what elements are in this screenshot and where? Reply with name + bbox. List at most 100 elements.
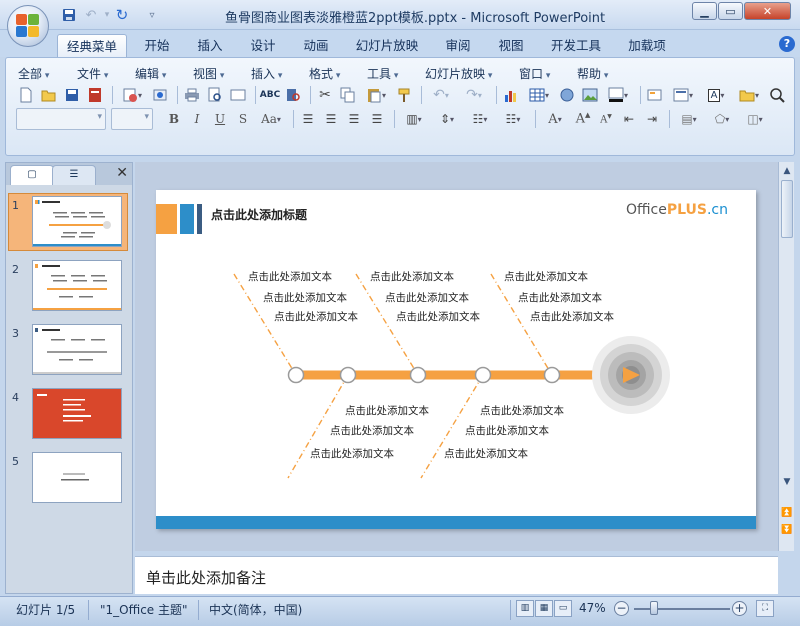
next-slide-icon[interactable]: ⏬ <box>780 523 794 537</box>
text-placeholder[interactable]: 点击此处添加文本 <box>248 269 332 284</box>
paste-icon[interactable]: ▾ <box>361 85 391 105</box>
close-panel-icon[interactable]: ✕ <box>116 165 128 181</box>
fit-to-window-icon[interactable]: ⛶ <box>756 600 774 617</box>
scrollbar-thumb[interactable] <box>781 180 793 238</box>
folder-icon[interactable]: ▾ <box>734 85 764 105</box>
customize-quick-access-icon[interactable]: ▿ <box>143 7 161 23</box>
menu-slide-show[interactable]: 幻灯片放映 <box>425 65 492 82</box>
save-icon[interactable] <box>60 7 78 23</box>
research-icon[interactable] <box>283 85 303 105</box>
tab-classic-menu[interactable]: 经典菜单 <box>57 34 127 57</box>
cut-icon[interactable]: ✂ <box>315 85 335 105</box>
italic-icon[interactable]: I <box>187 109 207 129</box>
maximize-button[interactable]: ▭ <box>718 2 743 20</box>
language-indicator[interactable]: 中文(简体，中国) <box>209 601 302 618</box>
shrink-font-icon[interactable]: A▼ <box>596 109 616 129</box>
menu-insert[interactable]: 插入 <box>251 65 282 82</box>
format-painter-icon[interactable] <box>394 85 414 105</box>
slide-thumbnail-4[interactable] <box>32 388 122 439</box>
zoom-icon[interactable] <box>767 85 787 105</box>
publish-icon[interactable] <box>150 85 170 105</box>
redo-icon[interactable]: ↷ ▾ <box>459 85 489 105</box>
numbering-icon[interactable]: ☷ ▾ <box>465 109 495 129</box>
text-placeholder[interactable]: 点击此处添加文本 <box>504 269 588 284</box>
undo-icon[interactable]: ↶ ▾ <box>426 85 456 105</box>
tab-insert[interactable]: 插入 <box>193 34 227 57</box>
layout-icon[interactable]: ▾ <box>668 85 698 105</box>
pdf-icon[interactable] <box>85 85 105 105</box>
notes-pane[interactable]: 单击此处添加备注 <box>135 556 778 594</box>
text-box-icon[interactable]: A ▾ <box>701 85 731 105</box>
bullets-icon[interactable]: ☷ ▾ <box>498 109 528 129</box>
text-placeholder[interactable]: 点击此处添加文本 <box>530 309 614 324</box>
shapes-icon[interactable]: ⬠ ▾ <box>707 109 737 129</box>
text-placeholder[interactable]: 点击此处添加文本 <box>396 309 480 324</box>
change-case-icon[interactable]: Aa ▾ <box>256 109 286 129</box>
vertical-scrollbar[interactable]: ▲ ▼ ⏫ ⏬ <box>778 162 794 551</box>
notes-placeholder[interactable]: 单击此处添加备注 <box>146 567 266 588</box>
align-left-icon[interactable]: ☰ <box>298 109 318 129</box>
zoom-slider[interactable] <box>634 608 730 610</box>
spelling-icon[interactable]: ABC <box>260 85 280 105</box>
font-size-combo[interactable] <box>111 108 153 130</box>
outline-tab[interactable]: ☰ <box>52 165 96 185</box>
text-placeholder[interactable]: 点击此处添加文本 <box>310 446 394 461</box>
slide-sorter-icon[interactable]: ▦ <box>535 600 553 617</box>
decrease-indent-icon[interactable]: ⇤ <box>619 109 639 129</box>
columns-icon[interactable]: ▥ ▾ <box>399 109 429 129</box>
slide-thumbnail-5[interactable] <box>32 452 122 503</box>
zoom-in-icon[interactable]: + <box>732 601 747 616</box>
slide-show-icon[interactable]: ▭ <box>554 600 572 617</box>
tab-home[interactable]: 开始 <box>140 34 174 57</box>
page-setup-icon[interactable] <box>228 85 248 105</box>
arrange-icon[interactable]: ▤ ▾ <box>674 109 704 129</box>
print-icon[interactable] <box>182 85 202 105</box>
text-placeholder[interactable]: 点击此处添加文本 <box>370 269 454 284</box>
tab-slide-show[interactable]: 幻灯片放映 <box>354 34 420 57</box>
scroll-down-icon[interactable]: ▼ <box>780 475 794 489</box>
color-icon[interactable]: ▾ <box>603 85 633 105</box>
slide-thumbnail-1[interactable] <box>32 196 122 247</box>
print-preview-icon[interactable] <box>205 85 225 105</box>
insert-picture-icon[interactable] <box>580 85 600 105</box>
slide-thumbnail-2[interactable] <box>32 260 122 311</box>
menu-view[interactable]: 视图 <box>193 65 224 82</box>
slide-title-placeholder[interactable]: 点击此处添加标题 <box>211 206 307 223</box>
strikethrough-icon[interactable]: S <box>233 109 253 129</box>
text-placeholder[interactable]: 点击此处添加文本 <box>345 403 429 418</box>
grow-font-size-icon[interactable]: A▲ <box>573 109 593 129</box>
slides-tab[interactable]: ▢ <box>10 165 54 185</box>
zoom-slider-knob[interactable] <box>649 601 658 615</box>
menu-file[interactable]: 文件 <box>77 65 108 82</box>
tab-animations[interactable]: 动画 <box>299 34 333 57</box>
tab-add-ins[interactable]: 加载项 <box>624 34 670 57</box>
text-placeholder[interactable]: 点击此处添加文本 <box>274 309 358 324</box>
tab-view[interactable]: 视图 <box>494 34 528 57</box>
menu-help[interactable]: 帮助 <box>577 65 608 82</box>
underline-icon[interactable]: U <box>210 109 230 129</box>
text-placeholder[interactable]: 点击此处添加文本 <box>444 446 528 461</box>
text-placeholder[interactable]: 点击此处添加文本 <box>330 423 414 438</box>
previous-slide-icon[interactable]: ⏫ <box>780 506 794 520</box>
close-button[interactable]: ✕ <box>744 2 791 20</box>
slide-canvas[interactable]: 点击此处添加标题 OfficePLUS.cn 点击此处添加文本 点击此处添加文本… <box>156 190 756 529</box>
insert-table-icon[interactable]: ▾ <box>524 85 554 105</box>
new-slide-icon[interactable] <box>645 85 665 105</box>
menu-all[interactable]: 全部 <box>18 65 49 82</box>
quick-styles-icon[interactable]: ◫ ▾ <box>740 109 770 129</box>
help-icon[interactable]: ? <box>779 36 795 52</box>
zoom-out-icon[interactable]: − <box>614 601 629 616</box>
grow-font-icon[interactable]: A ▾ <box>540 109 570 129</box>
zoom-level[interactable]: 47% <box>579 601 606 615</box>
redo-icon[interactable]: ↻ <box>113 6 131 24</box>
scroll-up-icon[interactable]: ▲ <box>780 164 794 178</box>
menu-window[interactable]: 窗口 <box>519 65 550 82</box>
tab-developer[interactable]: 开发工具 <box>548 34 604 57</box>
text-placeholder[interactable]: 点击此处添加文本 <box>518 290 602 305</box>
align-right-icon[interactable]: ☰ <box>344 109 364 129</box>
justify-icon[interactable]: ☰ <box>367 109 387 129</box>
text-placeholder[interactable]: 点击此处添加文本 <box>263 290 347 305</box>
text-placeholder[interactable]: 点击此处添加文本 <box>385 290 469 305</box>
minimize-button[interactable]: ▁ <box>692 2 717 20</box>
new-icon[interactable] <box>16 85 36 105</box>
